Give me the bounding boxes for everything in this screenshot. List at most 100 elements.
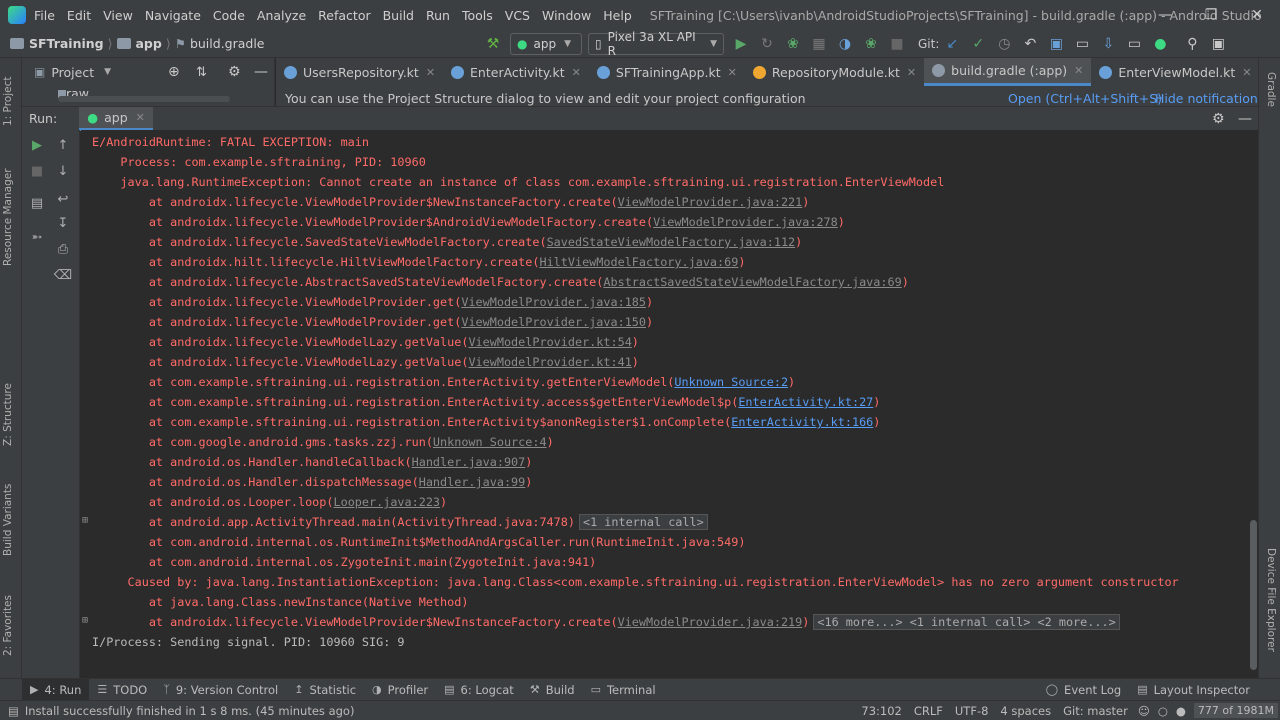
tool-tab-statistic[interactable]: ↥ Statistic [286,679,364,701]
breadcrumb-module[interactable]: app [136,36,162,51]
scrollbar-thumb[interactable] [1250,520,1257,670]
collapse-all-icon[interactable]: ⇅ [196,65,207,80]
tab-build-gradle[interactable]: build.gradle (:app) ✕ [924,58,1092,86]
layout-icon[interactable]: ▤ [26,192,48,214]
down-arrow-icon[interactable]: ↓ [52,160,74,182]
stack-trace-link[interactable]: Handler.java:99 [419,475,526,489]
stack-trace-link[interactable]: ViewModelProvider.java:150 [461,315,646,329]
stop-icon[interactable]: ■ [26,160,48,182]
open-project-structure-link[interactable]: Open (Ctrl+Alt+Shift+S) [1008,91,1162,106]
folded-frames-button[interactable]: <1 internal call> [578,514,708,530]
folded-frames-button[interactable]: <16 more...> <1 internal call> <2 more..… [813,614,1120,630]
git-history-icon[interactable]: ◷ [991,32,1017,56]
menu-window[interactable]: Window [542,8,591,23]
tool-tab-build[interactable]: ⚒ Build [522,679,583,701]
breadcrumb-project[interactable]: SFTraining [29,36,104,51]
stack-trace-link[interactable]: ViewModelProvider.java:278 [653,215,838,229]
menu-tools[interactable]: Tools [462,8,493,23]
horizontal-scrollbar[interactable] [58,96,230,102]
run-icon[interactable]: ▶ [728,32,754,56]
cursor-position[interactable]: 73:102 [861,704,901,718]
soft-wrap-icon[interactable]: ↩ [52,188,74,210]
tool-tab-terminal[interactable]: ▭ Terminal [583,679,664,701]
structure-tool-button[interactable]: Z: Structure [2,383,14,446]
stack-trace-link[interactable]: ViewModelProvider.java:219 [618,615,803,629]
assistant-icon[interactable]: ▣ [1205,32,1231,56]
tool-tab-todo[interactable]: ☰ TODO [89,679,155,701]
menu-build[interactable]: Build [383,8,414,23]
stack-trace-link[interactable]: ViewModelProvider.kt:41 [468,355,631,369]
menu-view[interactable]: View [103,8,133,23]
fold-toggle-icon[interactable]: ⊞ [82,515,88,526]
stack-trace-link[interactable]: SavedStateViewModelFactory.java:112 [547,235,796,249]
status-message[interactable]: Install successfully finished in 1 s 8 m… [25,704,355,718]
tool-tab-profiler[interactable]: ◑ Profiler [364,679,436,701]
stack-trace-link[interactable]: Unknown Source:4 [433,435,547,449]
android-device-icon[interactable]: ● [1147,32,1173,56]
menu-run[interactable]: Run [426,8,450,23]
menu-refactor[interactable]: Refactor [318,8,370,23]
tool-tab-event-log[interactable]: ◯ Event Log [1038,679,1129,701]
close-icon[interactable]: ✕ [572,66,581,79]
vertical-scrollbar[interactable] [1249,130,1258,678]
menu-code[interactable]: Code [213,8,245,23]
tab-users-repository[interactable]: UsersRepository.kt ✕ [276,58,443,86]
minimize-icon[interactable]: — [1142,0,1188,30]
memory-indicator[interactable]: 777 of 1981M [1193,703,1278,718]
stack-trace-link[interactable]: Unknown Source:2 [674,375,788,389]
file-encoding[interactable]: UTF-8 [955,704,989,718]
close-icon[interactable]: ✕ [1234,0,1280,30]
hide-notification-link[interactable]: Hide notification [1155,91,1258,106]
rollback-icon[interactable]: ↶ [1017,32,1043,56]
debug-icon[interactable]: ❀ [780,32,806,56]
project-structure-icon[interactable]: ▣ [1043,32,1069,56]
search-icon[interactable]: ⚲ [1179,32,1205,56]
project-tool-button[interactable]: 1: Project [2,77,14,126]
close-icon[interactable]: ✕ [1242,66,1251,79]
emulator-icon[interactable]: ▭ [1121,32,1147,56]
notifications-icon[interactable]: ● [1176,704,1186,718]
stack-trace-link[interactable]: AbstractSavedStateViewModelFactory.java:… [603,275,901,289]
device-select[interactable]: ▯ Pixel 3a XL API R ▼ [588,30,724,58]
git-update-icon[interactable]: ↙ [939,32,965,56]
tab-sftraining-app[interactable]: SFTrainingApp.kt ✕ [589,58,745,86]
trash-icon[interactable]: ⌫ [52,264,74,286]
restore-icon[interactable]: ❐ [1188,0,1234,30]
favorites-tool-button[interactable]: 2: Favorites [2,595,14,656]
tool-tab-logcat[interactable]: ▤ 6: Logcat [436,679,522,701]
project-view-label[interactable]: Project [51,65,94,80]
scroll-to-end-icon[interactable]: ↧ [52,212,74,234]
breadcrumb-file[interactable]: build.gradle [190,36,265,51]
line-separator[interactable]: CRLF [914,704,943,718]
stop-icon[interactable]: ■ [884,32,910,56]
stack-trace-link[interactable]: Handler.java:907 [412,455,526,469]
chevron-down-icon[interactable]: ▼ [104,67,111,77]
status-panel-toggle-icon[interactable]: ▤ [8,704,19,718]
profile-icon[interactable]: ◑ [832,32,858,56]
stack-trace-link[interactable]: EnterActivity.kt:27 [738,395,873,409]
gear-icon[interactable]: ⚙ [228,64,241,80]
rerun-icon[interactable]: ▶ [26,134,48,156]
menu-edit[interactable]: Edit [67,8,91,23]
git-branch[interactable]: Git: master [1063,704,1128,718]
print-icon[interactable]: ⎙ [52,238,74,260]
stack-trace-link[interactable]: HiltViewModelFactory.java:69 [539,255,738,269]
locate-icon[interactable]: ⊕ [168,64,180,80]
tab-enter-view-model[interactable]: EnterViewModel.kt ✕ [1091,58,1259,86]
tool-tab-version-control[interactable]: ᛉ 9: Version Control [155,679,286,701]
menu-analyze[interactable]: Analyze [257,8,306,23]
stack-trace-link[interactable]: ViewModelProvider.kt:54 [468,335,631,349]
lock-icon[interactable]: ○ [1158,704,1168,718]
close-icon[interactable]: ✕ [1074,64,1083,77]
up-arrow-icon[interactable]: ↑ [52,134,74,156]
sdk-manager-icon[interactable]: ⇩ [1095,32,1121,56]
close-icon[interactable]: ✕ [426,66,435,79]
gradle-tool-button[interactable]: Gradle [1265,72,1277,107]
face-icon[interactable]: ☺ [1138,704,1150,718]
git-commit-icon[interactable]: ✓ [965,32,991,56]
menu-help[interactable]: Help [603,8,632,23]
tab-repository-module[interactable]: RepositoryModule.kt ✕ [745,58,924,86]
pin-icon[interactable]: ➵ [26,226,48,248]
stack-trace-link[interactable]: EnterActivity.kt:166 [731,415,873,429]
tab-enter-activity[interactable]: EnterActivity.kt ✕ [443,58,589,86]
